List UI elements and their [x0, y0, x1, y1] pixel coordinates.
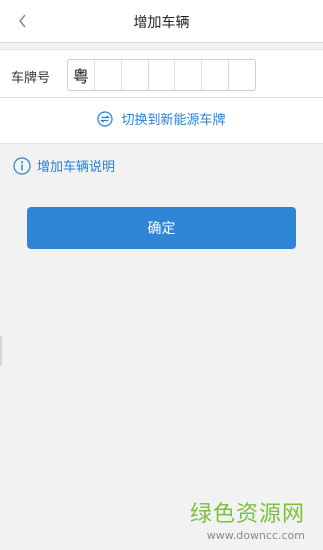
watermark-url: www.downcc.com: [206, 529, 305, 542]
plate-cell-province[interactable]: 粤: [68, 60, 95, 90]
info-label: 增加车辆说明: [37, 160, 116, 175]
page-title: 增加车辆: [133, 15, 190, 31]
watermark-brand: 绿色资源网: [189, 502, 305, 527]
plate-cell[interactable]: [229, 60, 255, 90]
info-circle-icon: [13, 156, 31, 175]
plate-cell[interactable]: [122, 60, 149, 90]
divider: [0, 97, 323, 98]
plate-cell[interactable]: [175, 60, 203, 90]
top-bar: 增加车辆: [0, 0, 323, 43]
plate-cell[interactable]: [95, 60, 122, 90]
watermark: 绿色资源网 www.downcc.com: [190, 496, 305, 542]
confirm-button[interactable]: 确定: [27, 207, 296, 249]
swap-icon: [97, 110, 114, 127]
switch-new-energy-plate-link[interactable]: 切换到新能源车牌: [0, 109, 323, 128]
add-vehicle-info-link[interactable]: 增加车辆说明: [13, 156, 115, 175]
plate-cell[interactable]: [202, 60, 230, 90]
plate-number-input[interactable]: 粤: [67, 59, 256, 91]
plate-cell[interactable]: [149, 60, 176, 90]
plate-number-label: 车牌号: [11, 71, 51, 86]
switch-link-label: 切换到新能源车牌: [121, 113, 226, 128]
plate-card: 车牌号 粤 切换到新能源车牌: [0, 49, 323, 144]
edge-handle: [0, 336, 2, 366]
